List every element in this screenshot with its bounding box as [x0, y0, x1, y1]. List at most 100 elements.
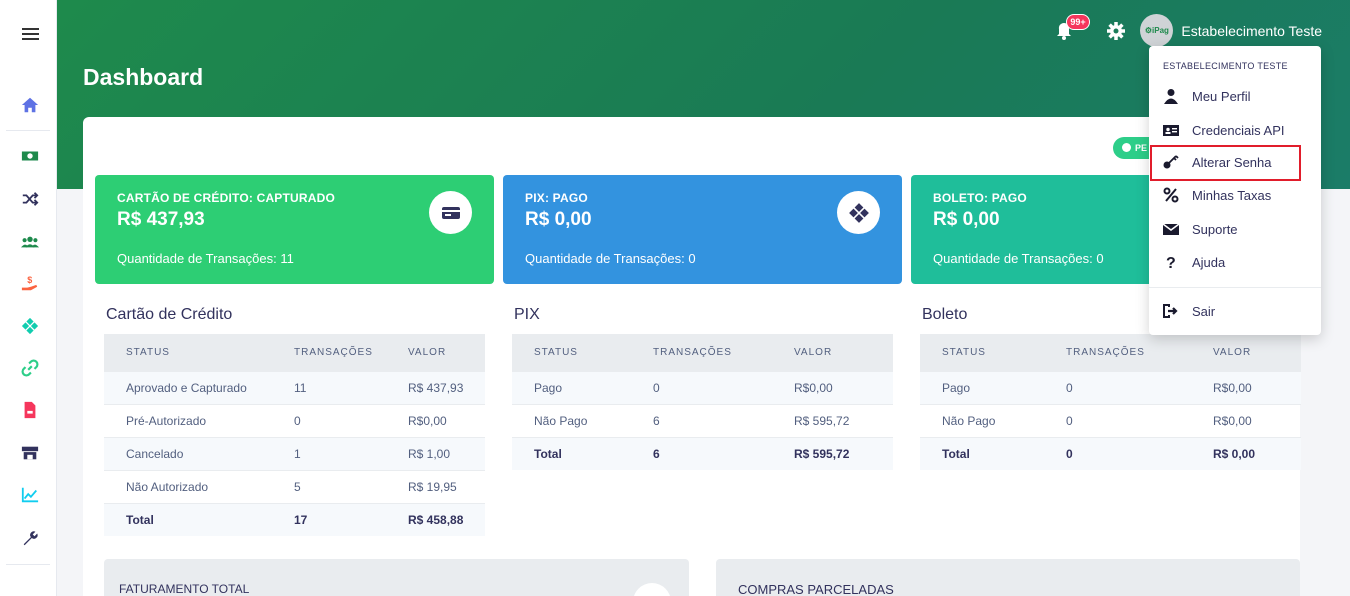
cell-value: R$0,00: [386, 403, 485, 437]
hand-dollar-icon[interactable]: $: [20, 274, 40, 294]
cell-status: Aprovado e Capturado: [104, 370, 272, 404]
card-title: COMPRAS PARCELADAS: [738, 582, 894, 596]
menu-item-suporte[interactable]: Suporte: [1149, 214, 1321, 244]
table-total-row: Total 6 R$ 595,72: [512, 436, 893, 470]
total-revenue-card: FATURAMENTO TOTAL: [104, 559, 689, 596]
menu-item-meu-perfil[interactable]: Meu Perfil: [1149, 81, 1321, 111]
stat-subtitle: Quantidade de Transações: 0: [933, 251, 1104, 266]
column-header: VALOR: [772, 334, 893, 371]
cell-count: 0: [1044, 436, 1191, 470]
table-total-row: Total 0 R$ 0,00: [920, 436, 1301, 470]
id-card-icon: [1163, 125, 1179, 136]
pix-table-section: PIX STATUS TRANSAÇÕES VALOR Pago 0 R$0,00 …: [512, 306, 893, 470]
money-icon[interactable]: [20, 146, 40, 166]
stat-card-credit[interactable]: CARTÃO DE CRÉDITO: CAPTURADO R$ 437,93 Q…: [95, 175, 494, 284]
cell-status: Pré-Autorizado: [104, 403, 272, 437]
stat-card-pix[interactable]: PIX: PAGO R$ 0,00 Quantidade de Transaçõ…: [503, 175, 902, 284]
sign-out-icon: [1163, 304, 1178, 318]
menu-item-alterar-senha[interactable]: Alterar Senha: [1149, 147, 1321, 177]
table-row: Pago 0 R$0,00: [920, 370, 1301, 404]
cell-status: Não Pago: [920, 403, 1044, 437]
link-icon[interactable]: [20, 358, 40, 378]
menu-item-minhas-taxas[interactable]: Minhas Taxas: [1149, 180, 1321, 210]
cell-count: 5: [272, 469, 386, 503]
stat-title: CARTÃO DE CRÉDITO: CAPTURADO: [117, 191, 336, 205]
settings-button[interactable]: [1106, 21, 1126, 41]
boleto-table: STATUS TRANSAÇÕES VALOR Pago 0 R$0,00 Não …: [920, 334, 1301, 470]
cell-status: Total: [920, 436, 1044, 470]
pix-table: STATUS TRANSAÇÕES VALOR Pago 0 R$0,00 Não …: [512, 334, 893, 470]
cell-count: 6: [631, 403, 772, 437]
menu-item-label: Ajuda: [1192, 254, 1226, 270]
cell-value: R$ 458,88: [386, 502, 485, 536]
wrench-icon[interactable]: [20, 528, 40, 548]
menu-toggle-button[interactable]: [22, 28, 39, 40]
cell-status: Total: [512, 436, 631, 470]
user-dropdown-menu: ESTABELECIMENTO TESTE Meu Perfil Credenc…: [1149, 46, 1321, 335]
menu-item-sair[interactable]: Sair: [1149, 296, 1321, 326]
stat-subtitle: Quantidade de Transações: 11: [117, 251, 294, 266]
cell-count: 1: [272, 436, 386, 470]
credit-card-table: STATUS TRANSAÇÕES VALOR Aprovado e Captu…: [104, 334, 485, 536]
pdf-file-icon[interactable]: [20, 400, 40, 420]
menu-item-label: Suporte: [1192, 221, 1238, 237]
credit-card-icon: [429, 191, 472, 234]
menu-item-label: Credenciais API: [1192, 122, 1285, 138]
section-title: PIX: [514, 306, 540, 323]
pix-icon[interactable]: [20, 316, 40, 336]
cell-count: 6: [631, 436, 772, 470]
percent-icon: [1163, 187, 1179, 203]
stat-value: R$ 0,00: [525, 209, 592, 230]
user-name-toggle[interactable]: Estabelecimento Teste: [1181, 23, 1322, 39]
notification-badge: 99+: [1066, 13, 1090, 30]
cell-status: Pago: [512, 370, 631, 404]
menu-item-label: Meu Perfil: [1192, 88, 1251, 104]
cell-count: 17: [272, 502, 386, 536]
cell-count: 11: [272, 370, 386, 404]
users-icon[interactable]: [20, 232, 40, 252]
stat-title: PIX: PAGO: [525, 191, 588, 205]
cell-value: R$0,00: [772, 370, 893, 404]
column-header: STATUS: [104, 334, 272, 371]
menu-item-label: Sair: [1192, 303, 1216, 319]
table-row: Pago 0 R$0,00: [512, 370, 893, 404]
stat-value: R$ 437,93: [117, 209, 205, 230]
column-header: TRANSAÇÕES: [1044, 334, 1191, 371]
notifications-button[interactable]: 99+: [1054, 13, 1090, 42]
cell-count: 0: [1044, 370, 1191, 404]
chart-icon: [633, 583, 671, 596]
cell-status: Não Autorizado: [104, 469, 272, 503]
menu-item-label: Alterar Senha: [1192, 154, 1272, 170]
shuffle-icon[interactable]: [20, 189, 40, 209]
store-icon[interactable]: [20, 443, 40, 463]
installment-purchases-card: COMPRAS PARCELADAS: [716, 559, 1300, 596]
menu-item-credenciais-api[interactable]: Credenciais API: [1149, 115, 1321, 145]
table-total-row: Total 17 R$ 458,88: [104, 502, 485, 536]
cell-value: R$0,00: [1191, 403, 1301, 437]
envelope-icon: [1163, 223, 1179, 235]
card-title: FATURAMENTO TOTAL: [119, 582, 250, 596]
section-title: Cartão de Crédito: [106, 306, 233, 323]
home-icon[interactable]: [20, 95, 40, 115]
cell-value: R$ 0,00: [1191, 436, 1301, 470]
menu-item-ajuda[interactable]: ? Ajuda: [1149, 247, 1321, 277]
dropdown-header: ESTABELECIMENTO TESTE: [1163, 61, 1288, 71]
table-row: Aprovado e Capturado 11 R$ 437,93: [104, 370, 485, 404]
avatar[interactable]: ⚙iPag: [1140, 14, 1174, 47]
table-row: Cancelado 1 R$ 1,00: [104, 436, 485, 470]
cell-count: 0: [272, 403, 386, 437]
table-row: Pré-Autorizado 0 R$0,00: [104, 403, 485, 437]
cell-count: 0: [631, 370, 772, 404]
cell-value: R$ 19,95: [386, 469, 485, 503]
cell-status: Não Pago: [512, 403, 631, 437]
credit-card-table-section: Cartão de Crédito STATUS TRANSAÇÕES VALO…: [104, 306, 485, 536]
column-header: TRANSAÇÕES: [272, 334, 386, 371]
column-header: TRANSAÇÕES: [631, 334, 772, 371]
column-header: VALOR: [1191, 334, 1301, 371]
menu-item-label: Minhas Taxas: [1192, 187, 1272, 203]
chart-line-icon[interactable]: [20, 485, 40, 505]
dropdown-divider: [1149, 287, 1321, 288]
question-icon: ?: [1166, 255, 1176, 270]
svg-text:$: $: [27, 275, 32, 285]
cell-status: Total: [104, 502, 272, 536]
